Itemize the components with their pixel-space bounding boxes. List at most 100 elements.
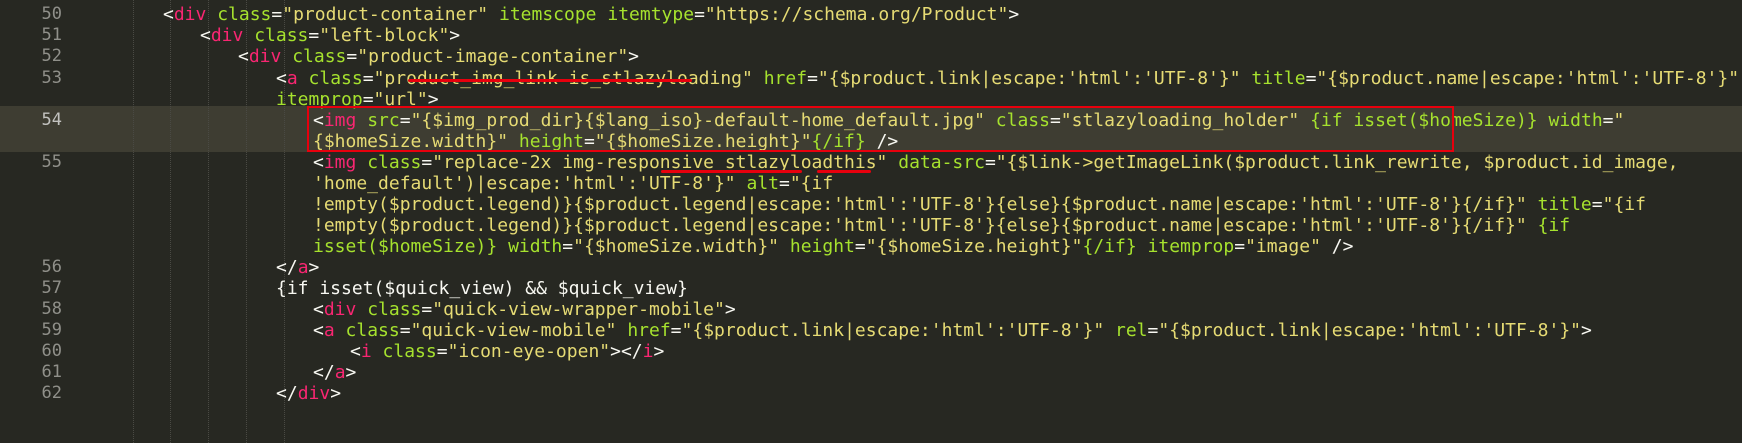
code-token: "icon-eye-open" <box>447 341 611 362</box>
code-token: "https://schema.org/Product" <box>704 4 1009 25</box>
code-editor[interactable]: 50 51 52 53 54 55 56 57 58 59 60 61 62 <div class="p… <box>0 0 1742 443</box>
code-token: < <box>276 68 287 89</box>
code-token: div <box>297 383 331 404</box>
code-token: alt <box>746 173 779 194</box>
code-token: </ <box>276 383 298 404</box>
code-line: <div class="left-block"> <box>200 24 460 47</box>
code-token: = <box>1147 320 1159 341</box>
code-token: = <box>1602 110 1614 131</box>
code-token: a <box>334 362 346 383</box>
code-token: = <box>1234 236 1246 257</box>
code-line: </a> <box>276 256 319 279</box>
line-number: 60 <box>41 341 62 361</box>
code-token: "image" <box>1245 236 1321 257</box>
code-token: title <box>1251 68 1306 89</box>
line-number: 61 <box>41 362 62 382</box>
code-token: "{$homeSize.width}" <box>573 236 780 257</box>
code-token: "{$product.name|escape:'html':'UTF-8'}" <box>1316 68 1740 89</box>
code-token: = <box>1591 194 1603 215</box>
code-token: = <box>984 152 996 173</box>
code-token: !empty($product.legend)}{$product.legend… <box>313 194 1527 215</box>
line-number: 57 <box>41 278 62 298</box>
code-token: < <box>313 299 324 320</box>
line-number: 62 <box>41 383 62 403</box>
code-line: <div class="product-image-container"> <box>238 45 639 68</box>
code-token: rel <box>1115 320 1148 341</box>
underline-annotation-is-stlazyloading <box>408 79 692 82</box>
indent-guide <box>170 0 171 443</box>
code-token: = <box>562 236 574 257</box>
code-token: "{$product.link|escape:'html':'UTF-8'}" <box>817 68 1241 89</box>
code-token: i <box>360 341 372 362</box>
code-token: {/if} <box>1082 236 1137 257</box>
code-token: < <box>313 320 324 341</box>
code-token: = <box>421 299 433 320</box>
code-token: > <box>330 383 342 404</box>
code-token: < <box>313 152 324 173</box>
code-token: height <box>789 236 855 257</box>
indent-guide <box>133 0 134 443</box>
underline-annotation-data-src <box>817 170 871 173</box>
code-token: = <box>1305 68 1317 89</box>
code-token: = <box>271 4 283 25</box>
code-token: = <box>670 320 682 341</box>
code-line: {if isset($quick_view) && $quick_view} <box>276 277 688 300</box>
code-token: = <box>362 68 374 89</box>
code-token: "{if <box>789 173 834 194</box>
code-token: itemprop <box>1147 236 1235 257</box>
line-number: 51 <box>41 25 62 45</box>
code-token: = <box>346 46 358 67</box>
code-token: "quick-view-wrapper-mobile" <box>432 299 725 320</box>
code-token: = <box>421 152 433 173</box>
line-number: 58 <box>41 299 62 319</box>
code-token: {if isset($quick_view) && $quick_view} <box>276 278 688 299</box>
code-token: "{$homeSize.height}" <box>865 236 1083 257</box>
code-token: width <box>1548 110 1603 131</box>
code-token: = <box>807 68 818 89</box>
code-token: {if <box>1537 215 1571 236</box>
code-token: class <box>382 341 437 362</box>
code-line: <a class="quick-view-mobile" href="{$pro… <box>313 319 1592 342</box>
code-token: width <box>508 236 563 257</box>
code-token: class <box>254 25 309 46</box>
code-token: > <box>724 299 736 320</box>
code-token: class <box>367 299 422 320</box>
code-token: href <box>627 320 671 341</box>
code-token: i <box>642 341 654 362</box>
code-token: a <box>297 257 309 278</box>
code-token: "{$link->getImageLink($product.link_rewr… <box>995 152 1679 173</box>
code-token: !empty($product.legend)}{$product.legend… <box>313 215 1527 236</box>
code-token: > <box>1581 320 1592 341</box>
code-token: > <box>628 46 640 67</box>
line-number: 50 <box>41 4 62 24</box>
code-token: > <box>449 25 461 46</box>
code-token: = <box>399 320 411 341</box>
code-token: < <box>200 25 211 46</box>
code-token: div <box>248 46 282 67</box>
code-line: isset($homeSize)} width="{$homeSize.widt… <box>313 235 1353 258</box>
code-token: = <box>436 341 448 362</box>
code-token: /> <box>1320 236 1354 257</box>
code-token: img <box>323 152 357 173</box>
code-token: > <box>653 341 665 362</box>
code-line: </div> <box>276 382 341 405</box>
line-number: 56 <box>41 257 62 277</box>
line-number: 54 <box>41 110 62 130</box>
code-line: <i class="icon-eye-open"></i> <box>350 340 664 363</box>
highlight-box-annotation-line-54 <box>307 106 1454 152</box>
code-token: a <box>286 68 298 89</box>
